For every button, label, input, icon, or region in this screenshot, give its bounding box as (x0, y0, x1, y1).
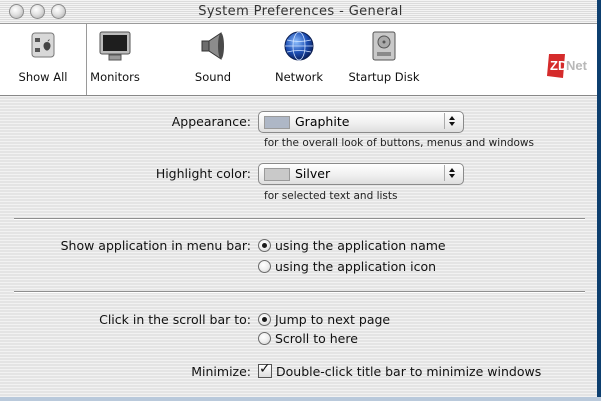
toolbar-item-sound[interactable]: Sound (184, 24, 242, 95)
minimize-checkbox[interactable]: ✓ (258, 361, 272, 378)
desktop-edge-bottom (0, 397, 601, 401)
highlight-hint: for selected text and lists (264, 190, 398, 202)
radio-app-icon-label[interactable]: using the application icon (275, 259, 436, 274)
system-preferences-window: System Preferences - General Show All Mo… (0, 0, 601, 401)
menubar-label: Show application in menu bar: (60, 238, 251, 253)
window-title: System Preferences - General (198, 4, 403, 19)
appearance-value: Graphite (295, 114, 350, 129)
desktop-edge (597, 0, 601, 401)
hard-disk-icon (369, 30, 399, 65)
toolbar-label-network: Network (274, 70, 324, 84)
radio-jump-next-page-label[interactable]: Jump to next page (275, 312, 390, 327)
toolbar-label-startup-disk: Startup Disk (348, 70, 420, 84)
radio-app-name[interactable] (258, 239, 271, 252)
highlight-value: Silver (295, 166, 331, 181)
toolbar-label-monitors: Monitors (90, 70, 140, 84)
toolbar-item-show-all[interactable]: Show All (0, 24, 86, 95)
section-divider (14, 218, 585, 220)
toolbar-item-startup-disk[interactable]: Startup Disk (344, 24, 424, 95)
zdnet-logo: ZD Net (545, 48, 599, 82)
svg-text:Net: Net (566, 58, 588, 73)
preferences-toolbar: Show All Monitors Sound Network Startup … (0, 24, 601, 96)
monitor-icon (98, 30, 132, 65)
globe-icon (283, 30, 315, 65)
appearance-swatch (264, 116, 290, 129)
appearance-popup[interactable]: Graphite (258, 111, 464, 133)
speaker-icon (197, 30, 229, 65)
highlight-swatch (264, 168, 290, 181)
radio-app-name-label[interactable]: using the application name (275, 238, 446, 253)
radio-app-icon[interactable] (258, 260, 271, 273)
appearance-hint: for the overall look of buttons, menus a… (264, 137, 534, 149)
svg-text:ZD: ZD (550, 58, 567, 73)
radio-jump-next-page[interactable] (258, 313, 271, 326)
highlight-color-popup[interactable]: Silver (258, 163, 464, 185)
toolbar-label-show-all: Show All (18, 70, 68, 84)
popup-arrows-icon (444, 113, 459, 129)
appearance-label: Appearance: (171, 114, 251, 129)
toolbar-item-monitors[interactable]: Monitors (86, 24, 144, 95)
toolbar-label-sound: Sound (194, 70, 232, 84)
scrollbar-label: Click in the scroll bar to: (99, 312, 251, 327)
checkmark-icon: ✓ (259, 361, 271, 377)
radio-scroll-to-here-label[interactable]: Scroll to here (275, 331, 358, 346)
toolbar-item-network[interactable]: Network (268, 24, 330, 95)
toolbar-separator (86, 24, 87, 95)
apple-switch-icon (28, 30, 58, 63)
minimize-label: Minimize: (191, 364, 251, 379)
radio-scroll-to-here[interactable] (258, 332, 271, 345)
popup-arrows-icon (444, 165, 459, 181)
title-bar[interactable]: System Preferences - General (0, 0, 601, 24)
highlight-color-label: Highlight color: (155, 166, 251, 181)
minimize-checkbox-label[interactable]: Double-click title bar to minimize windo… (276, 364, 541, 379)
section-divider (14, 291, 585, 293)
